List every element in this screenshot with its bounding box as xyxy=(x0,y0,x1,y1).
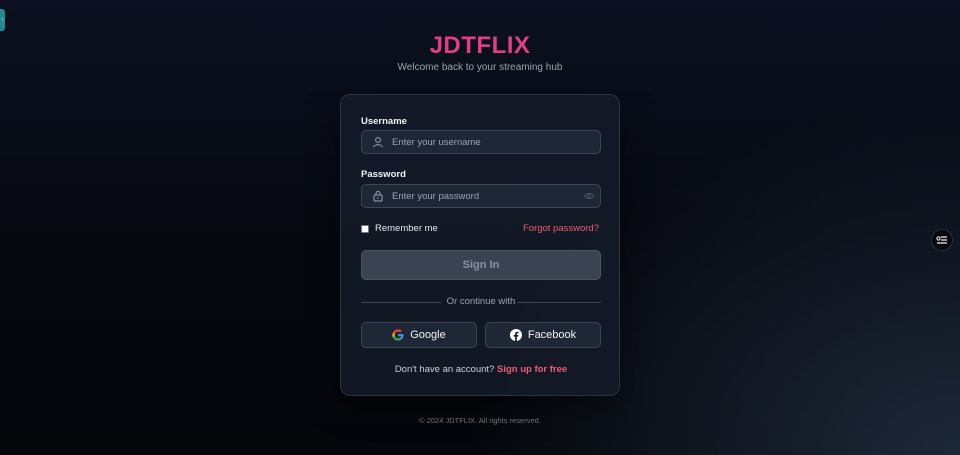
password-label: Password xyxy=(361,169,406,180)
google-button[interactable]: Google xyxy=(361,322,477,348)
floating-settings-button[interactable] xyxy=(931,229,953,251)
password-input[interactable] xyxy=(392,185,582,207)
signup-row: Don't have an account? Sign up for free xyxy=(341,364,621,375)
google-icon xyxy=(392,329,404,341)
lock-icon xyxy=(373,191,383,202)
signup-link[interactable]: Sign up for free xyxy=(497,364,567,375)
forgot-password-link[interactable]: Forgot password? xyxy=(523,223,599,234)
google-label: Google xyxy=(410,329,446,341)
brand-title: JDTFLIX xyxy=(429,32,531,59)
user-icon xyxy=(373,137,383,148)
chevron-right-icon: › xyxy=(1,17,4,23)
filter-icon xyxy=(936,236,947,244)
facebook-button[interactable]: Facebook xyxy=(485,322,601,348)
divider: Or continue with xyxy=(361,296,601,308)
side-drawer-tab[interactable]: › xyxy=(0,9,5,31)
remember-me[interactable]: Remember me xyxy=(361,223,438,234)
remember-label: Remember me xyxy=(375,223,438,234)
footer-copyright: © 2024 JDTFLIX. All rights reserved. xyxy=(419,416,541,425)
username-input[interactable] xyxy=(392,131,582,153)
facebook-label: Facebook xyxy=(527,329,577,341)
divider-line-right xyxy=(517,302,601,303)
username-label: Username xyxy=(361,116,407,127)
facebook-icon xyxy=(509,329,522,341)
username-field[interactable] xyxy=(361,130,601,154)
brand-tagline: Welcome back to your streaming hub xyxy=(397,62,563,73)
remember-checkbox[interactable] xyxy=(361,224,369,233)
login-card: Username Password Remember me Forgot pas… xyxy=(340,94,620,396)
signup-prompt: Don't have an account? xyxy=(394,364,495,375)
eye-icon[interactable] xyxy=(584,191,594,201)
sign-in-button[interactable]: Sign In xyxy=(361,250,601,280)
password-field[interactable] xyxy=(361,184,601,208)
